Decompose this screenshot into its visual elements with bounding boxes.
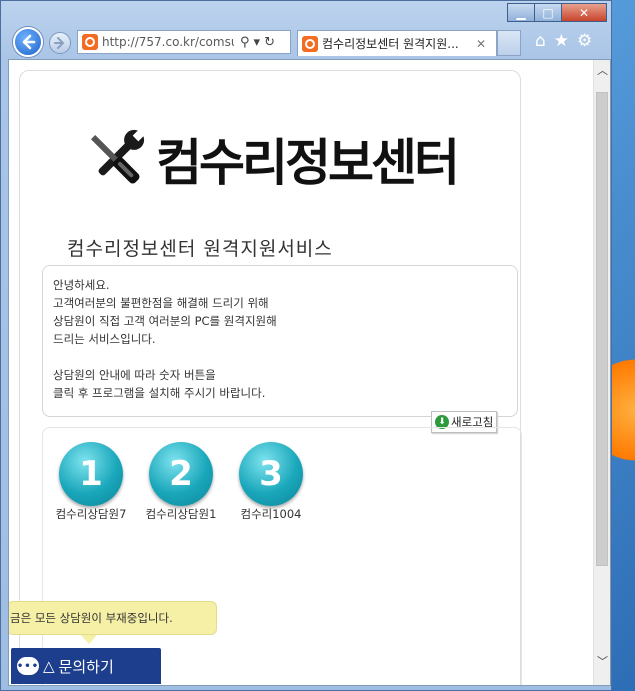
browser-tools: ⌂ ★ ⚙ — [535, 31, 592, 51]
agent-number[interactable]: 3 — [239, 442, 303, 506]
desktop-background — [612, 330, 635, 490]
caption-buttons: ▁ □ ✕ — [507, 3, 607, 22]
logo: 컴수리정보센터 — [80, 123, 460, 195]
info-line: 클릭 후 프로그램을 설치해 주시기 바랍니다. — [53, 386, 266, 400]
refresh-page-icon[interactable]: ↻ — [264, 35, 275, 50]
forward-button[interactable] — [49, 32, 71, 54]
address-bar[interactable]: http://757.co.kr/comsu ⚲ ▾ ↻ — [77, 30, 291, 54]
site-favicon-icon — [82, 34, 98, 50]
scroll-down-icon[interactable]: ﹀ — [594, 651, 610, 671]
minimize-button[interactable]: ▁ — [507, 3, 535, 22]
inquiry-chat-button[interactable]: ••• △ 문의하기 — [11, 648, 161, 684]
search-icon[interactable]: ⚲ — [240, 35, 250, 50]
agent-button-1[interactable]: 1 컴수리상담원7 — [43, 442, 139, 522]
back-button[interactable] — [13, 27, 43, 57]
tab-favicon-icon — [302, 35, 318, 52]
settings-gear-icon[interactable]: ⚙ — [577, 31, 592, 51]
info-box: 안녕하세요. 고객여러분의 불편한점을 해결해 드리기 위해 상담원이 직접 고… — [42, 265, 518, 417]
agent-button-2[interactable]: 2 컴수리상담원1 — [133, 442, 229, 522]
maximize-button[interactable]: □ — [534, 3, 562, 22]
agent-number[interactable]: 1 — [59, 442, 123, 506]
agent-name: 컴수리1004 — [240, 507, 302, 521]
vertical-scrollbar[interactable]: ︿ ﹀ — [593, 60, 610, 685]
chat-bubble-icon: ••• — [17, 657, 39, 675]
arrow-left-icon — [22, 34, 36, 50]
dropdown-arrow-icon[interactable]: ▾ — [254, 35, 261, 50]
browser-tab[interactable]: 컴수리정보센터 원격지원... ✕ — [297, 30, 497, 56]
agent-name: 컴수리상담원1 — [145, 507, 217, 521]
close-button[interactable]: ✕ — [561, 3, 607, 22]
scroll-up-icon[interactable]: ︿ — [594, 60, 610, 80]
tooltip-tail — [81, 635, 97, 644]
info-line: 고객여러분의 불편한점을 해결해 드리기 위해 — [53, 296, 269, 310]
navigation-bar: http://757.co.kr/comsu ⚲ ▾ ↻ 컴수리정보센터 원격지… — [7, 25, 607, 59]
agent-number[interactable]: 2 — [149, 442, 213, 506]
address-url[interactable]: http://757.co.kr/comsu — [102, 35, 234, 49]
info-line: 안녕하세요. — [53, 278, 110, 292]
favorites-star-icon[interactable]: ★ — [554, 31, 569, 51]
browser-window: ▁ □ ✕ http://757.co.kr/comsu ⚲ ▾ ↻ 컴수리정보 — [0, 0, 612, 691]
home-icon[interactable]: ⌂ — [535, 31, 546, 51]
info-line: 상담원의 안내에 따라 숫자 버튼을 — [53, 368, 216, 382]
logo-text: 컴수리정보센터 — [156, 134, 460, 192]
info-line: 상담원이 직접 고객 여러분의 PC를 원격지원해 — [53, 314, 277, 328]
chat-prefix: △ — [43, 657, 55, 675]
tab-title: 컴수리정보센터 원격지원... — [322, 37, 459, 51]
agent-button-3[interactable]: 3 컴수리1004 — [223, 442, 319, 522]
status-tooltip: 금은 모든 상담원이 부재중입니다. — [9, 601, 217, 635]
chat-label: 문의하기 — [58, 657, 114, 676]
agent-name: 컴수리상담원7 — [55, 507, 127, 521]
new-tab-button[interactable] — [497, 30, 521, 56]
scroll-thumb[interactable] — [596, 92, 608, 566]
page-card: 컴수리정보센터 컴수리정보센터 원격지원서비스 안녕하세요. 고객여러분의 불편… — [19, 70, 522, 685]
page-viewport: 컴수리정보센터 컴수리정보센터 원격지원서비스 안녕하세요. 고객여러분의 불편… — [8, 59, 611, 686]
page-title: 컴수리정보센터 원격지원서비스 — [67, 238, 333, 260]
arrow-right-icon — [54, 37, 65, 49]
wrench-screwdriver-icon — [90, 128, 146, 184]
tab-close-icon[interactable]: ✕ — [476, 37, 486, 51]
info-line: 드리는 서비스입니다. — [53, 332, 156, 346]
